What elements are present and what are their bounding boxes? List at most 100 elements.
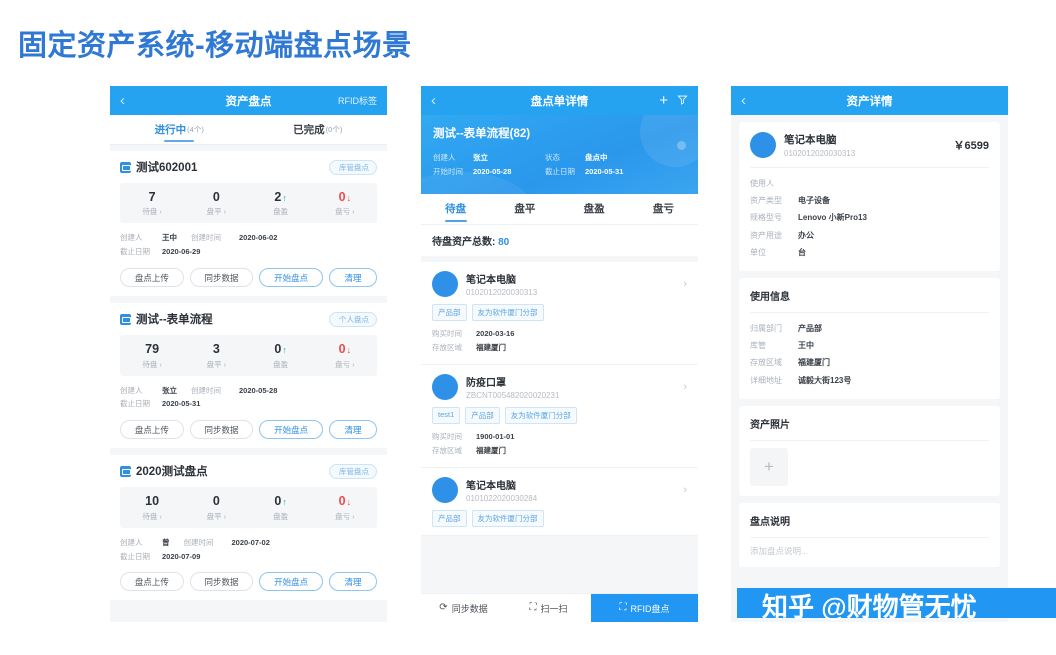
panel2-tabs: 待盘 盘平 盘盈 盘亏 xyxy=(421,193,698,225)
field-value: Lenovo 小新Pro13 xyxy=(798,213,867,223)
chevron-right-icon[interactable]: › xyxy=(683,381,687,393)
hero-deadline-label: 截止日期 xyxy=(545,167,575,177)
sync-button[interactable]: 同步数据 xyxy=(189,420,254,440)
area-value: 福建厦门 xyxy=(476,343,506,353)
field-label: 存放区域 xyxy=(750,358,782,368)
task-card-header: 2020测试盘点 库管盘点 xyxy=(120,463,377,479)
tab-completed[interactable]: 已完成 (0个) xyxy=(249,115,388,144)
stat-pending-label: 待盘 › xyxy=(142,207,162,217)
back-icon[interactable]: ‹ xyxy=(741,93,759,108)
stat-matched[interactable]: 0 盘平 › xyxy=(184,494,248,521)
task-card-header: 测试--表单流程 个人盘点 xyxy=(120,311,377,327)
sync-button[interactable]: 同步数据 xyxy=(189,572,254,592)
stat-surplus-label: 盘盈 xyxy=(273,207,289,217)
sync-data-button[interactable]: ⟳ 同步数据 xyxy=(421,594,506,622)
list-item[interactable]: 笔记本电脑 0102012020030313 › 产品部 友为软件厦门分部 购买… xyxy=(421,261,698,365)
chevron-right-icon[interactable]: › xyxy=(683,484,687,496)
rfid-inventory-button[interactable]: ⛶ RFID盘点 xyxy=(591,594,698,622)
scan-button[interactable]: ⛶ 扫一扫 xyxy=(506,594,591,622)
inventory-note-title: 盘点说明 xyxy=(750,516,790,528)
upload-button[interactable]: 盘点上传 xyxy=(120,572,184,592)
pending-total-value: 80 xyxy=(498,236,510,248)
asset-tags: test1 产品部 友为软件厦门分部 xyxy=(432,406,687,424)
task-card[interactable]: 测试--表单流程 个人盘点 79 待盘 › 3 盘平 › 0↑ 盘盈 0↓ 盘亏… xyxy=(110,303,387,449)
inventory-icon xyxy=(120,465,131,477)
field-label: 资产用途 xyxy=(750,230,782,240)
tab-matched[interactable]: 盘平 xyxy=(490,194,559,224)
start-inventory-button[interactable]: 开始盘点 xyxy=(259,420,324,440)
page-title: 固定资产系统-移动端盘点场景 xyxy=(18,30,412,62)
filter-icon[interactable] xyxy=(677,94,688,107)
back-icon[interactable]: ‹ xyxy=(120,93,138,108)
deadline-label: 截止日期 xyxy=(120,551,150,561)
deadline-value: 2020-05-31 xyxy=(162,399,201,409)
field-value: 产品部 xyxy=(798,323,822,333)
task-title: 2020测试盘点 xyxy=(136,466,208,479)
stat-matched[interactable]: 0 盘平 › xyxy=(184,190,248,217)
stat-surplus-value: 0↑ xyxy=(274,494,287,509)
deadline-value: 2020-07-09 xyxy=(162,551,201,561)
stat-pending[interactable]: 79 待盘 › xyxy=(120,342,184,369)
upload-button[interactable]: 盘点上传 xyxy=(120,420,184,440)
sync-button[interactable]: 同步数据 xyxy=(189,268,254,288)
stat-surplus[interactable]: 2↑ 盘盈 xyxy=(249,190,313,217)
clear-button[interactable]: 清理 xyxy=(329,572,378,592)
chevron-right-icon[interactable]: › xyxy=(683,278,687,290)
tab-in-progress-label: 进行中 xyxy=(154,124,187,136)
stat-loss[interactable]: 0↓ 盘亏 › xyxy=(313,342,377,369)
clear-button[interactable]: 清理 xyxy=(329,420,378,440)
stat-matched-label: 盘平 › xyxy=(206,207,227,217)
stat-surplus-value: 2↑ xyxy=(274,190,287,204)
stat-matched[interactable]: 3 盘平 › xyxy=(184,342,248,369)
list-item[interactable]: 笔记本电脑 0101022020030284 › 产品部 友为软件厦门分部 xyxy=(421,468,698,536)
tag: 友为软件厦门分部 xyxy=(471,303,544,321)
clear-button[interactable]: 清理 xyxy=(329,268,378,288)
stat-surplus-label: 盘盈 xyxy=(273,359,289,369)
upload-button[interactable]: 盘点上传 xyxy=(120,268,184,288)
panel1-tabs: 进行中 (4个) 已完成 (0个) xyxy=(110,115,387,145)
list-item[interactable]: 防疫口罩 ZBCNT005482020020231 › test1 产品部 友为… xyxy=(421,364,698,468)
tab-loss[interactable]: 盘亏 xyxy=(629,194,698,224)
stat-surplus[interactable]: 0↑ 盘盈 xyxy=(249,342,313,369)
field-value: 福建厦门 xyxy=(798,358,830,368)
asset-meta: 购买时间 2020-03-16 存放区域 福建厦门 xyxy=(432,327,687,356)
tab-in-progress[interactable]: 进行中 (4个) xyxy=(110,115,249,144)
pending-total-bar: 待盘资产总数: 80 xyxy=(421,224,698,262)
arrow-down-icon: ↓ xyxy=(346,193,352,203)
tag: 友为软件厦门分部 xyxy=(471,510,544,527)
arrow-down-icon: ↓ xyxy=(346,345,352,356)
hero-deadline-value: 2020-05-31 xyxy=(585,167,624,177)
stat-pending[interactable]: 7 待盘 › xyxy=(120,190,184,217)
task-card[interactable]: 测试602001 库管盘点 7 待盘 › 0 盘平 › 2↑ 盘盈 0↓ 盘亏 … xyxy=(110,151,387,297)
start-inventory-button[interactable]: 开始盘点 xyxy=(259,572,324,592)
task-stats: 10 待盘 › 0 盘平 › 0↑ 盘盈 0↓ 盘亏 › xyxy=(120,487,377,528)
stat-loss[interactable]: 0↓ 盘亏 › xyxy=(313,190,377,217)
add-photo-button[interactable]: + xyxy=(750,447,788,486)
task-title: 测试--表单流程 xyxy=(136,314,213,327)
rfid-tag-button[interactable]: RFID标签 xyxy=(338,94,377,107)
stat-matched-value: 0 xyxy=(212,190,220,204)
phone-panel-asset-detail: ‹ 资产详情 笔记本电脑 0102012020030313 ￥6599 使用人 … xyxy=(731,86,1008,622)
sync-data-label: 同步数据 xyxy=(451,603,488,614)
arrow-up-icon: ↑ xyxy=(282,193,287,203)
asset-name: 防疫口罩 xyxy=(466,377,506,389)
task-card[interactable]: 2020测试盘点 库管盘点 10 待盘 › 0 盘平 › 0↑ 盘盈 0↓ 盘亏… xyxy=(110,455,387,601)
back-icon[interactable]: ‹ xyxy=(431,93,449,108)
phone-panel-asset-inventory-list: ‹ 资产盘点 RFID标签 进行中 (4个) 已完成 (0个) 测试602001… xyxy=(110,86,387,622)
tab-surplus[interactable]: 盘盈 xyxy=(560,194,629,224)
deadline-label: 截止日期 xyxy=(120,247,150,257)
stat-surplus[interactable]: 0↑ 盘盈 xyxy=(249,494,313,521)
stat-pending[interactable]: 10 待盘 › xyxy=(120,494,184,521)
asset-code: ZBCNT005482020020231 xyxy=(466,390,560,400)
add-icon[interactable]: + xyxy=(659,93,668,108)
inventory-note-input[interactable]: 添加盘点说明... xyxy=(750,545,989,557)
tab-pending[interactable]: 待盘 xyxy=(421,194,490,224)
task-stats: 79 待盘 › 3 盘平 › 0↑ 盘盈 0↓ 盘亏 › xyxy=(120,335,377,376)
stat-loss[interactable]: 0↓ 盘亏 › xyxy=(313,494,377,521)
divider xyxy=(750,536,989,538)
panel2-title: 盘点单详情 xyxy=(530,95,589,108)
tag: test1 xyxy=(432,406,461,424)
asset-code: 0102012020030313 xyxy=(466,287,538,297)
start-inventory-button[interactable]: 开始盘点 xyxy=(259,268,324,288)
inventory-hero: 测试--表单流程(82) 创建人 张立 状态 盘点中 开始时间 2020-05-… xyxy=(421,115,698,194)
